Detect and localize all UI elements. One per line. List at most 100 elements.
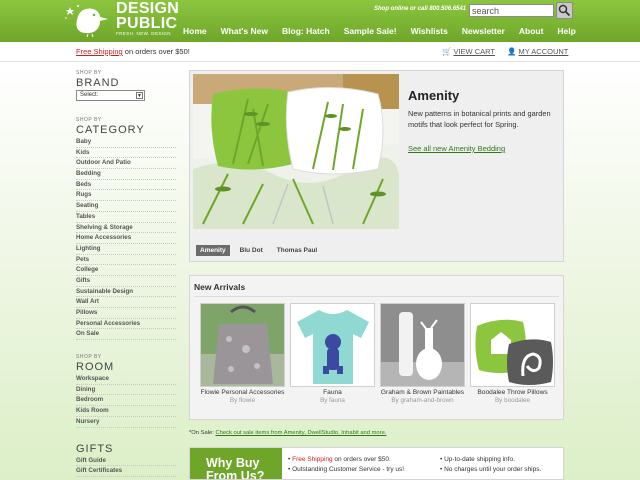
category-item[interactable]: On Sale: [76, 329, 176, 341]
on-sale-prefix: *On Sale:: [189, 430, 216, 436]
category-item[interactable]: Baby: [76, 137, 176, 148]
room-item[interactable]: Nursery: [76, 417, 176, 428]
product-card[interactable]: Flowie Personal Accessories By flowie: [200, 303, 285, 405]
shop-by-label: SHOP BY: [76, 354, 102, 361]
gifts-list: Gift Guide Gift Certificates: [76, 456, 176, 477]
tab-thomas-paul[interactable]: Thomas Paul: [273, 245, 321, 256]
account-links: 🛒 VIEW CART 👤 MY ACCOUNT: [442, 47, 578, 56]
category-item[interactable]: Gifts: [76, 276, 176, 287]
brand-select[interactable]: Select: ▼: [76, 90, 145, 101]
category-item[interactable]: Personal Accessories: [76, 319, 176, 330]
product-brand: By fauna: [320, 397, 345, 404]
product-image[interactable]: [470, 303, 555, 387]
product-card[interactable]: Boodalee Throw Pillows By boodalee: [470, 303, 555, 405]
brand-select-value: Select:: [80, 92, 99, 98]
logo-text: DESIGN PUBLIC: [116, 0, 180, 32]
promo-bar: Free Shipping on orders over $50! 🛒 VIEW…: [0, 42, 640, 62]
category-item[interactable]: Tables: [76, 212, 176, 223]
category-item[interactable]: Kids: [76, 148, 176, 159]
room-item[interactable]: Dining: [76, 385, 176, 396]
feature-title: Amenity: [408, 88, 460, 103]
pillows-photo: [471, 304, 554, 386]
product-image[interactable]: [200, 303, 285, 387]
category-item[interactable]: Shelving & Storage: [76, 223, 176, 234]
category-item[interactable]: Sustainable Design: [76, 287, 176, 298]
gifts-title: GIFTS: [76, 442, 114, 455]
nav-newsletter[interactable]: Newsletter: [462, 26, 505, 40]
feature-tabs: Amenity Blu Dot Thomas Paul: [196, 245, 327, 256]
shop-by-label: SHOP BY: [76, 117, 102, 123]
product-name[interactable]: Fauna: [290, 389, 375, 397]
product-brand: By flowie: [229, 397, 256, 404]
my-account-link[interactable]: MY ACCOUNT: [519, 47, 569, 56]
nav-sample-sale[interactable]: Sample Sale!: [344, 26, 397, 40]
main-nav: Home What's New Blog: Hatch Sample Sale!…: [183, 26, 590, 40]
category-item[interactable]: Lighting: [76, 244, 176, 255]
room-item[interactable]: Workspace: [76, 374, 176, 385]
category-item[interactable]: Wall Art: [76, 297, 176, 308]
category-item[interactable]: Bedding: [76, 169, 176, 180]
product-name[interactable]: Flowie Personal Accessories: [200, 389, 285, 397]
category-item[interactable]: College: [76, 265, 176, 276]
free-shipping-link[interactable]: Free Shipping: [76, 47, 123, 56]
tab-blu-dot[interactable]: Blu Dot: [236, 245, 267, 256]
search-icon: [558, 4, 571, 17]
free-shipping-notice: Free Shipping on orders over $50!: [76, 47, 190, 56]
site-header: DESIGN PUBLIC FRESH. NEW. DESIGN Shop on…: [0, 0, 640, 42]
category-title: CATEGORY: [76, 124, 145, 136]
why-free-shipping-rest: on orders over $50.: [332, 456, 391, 463]
product-card[interactable]: Graham & Brown Paintables By graham-and-…: [380, 303, 465, 405]
why-buy-column-1: • Free Shipping on orders over $50. • Ou…: [288, 455, 404, 475]
category-item[interactable]: Pillows: [76, 308, 176, 319]
product-name[interactable]: Boodalee Throw Pillows: [470, 389, 555, 397]
nav-about[interactable]: About: [519, 26, 544, 40]
nav-blog-hatch[interactable]: Blog: Hatch: [282, 26, 330, 40]
gift-item[interactable]: Gift Certificates: [76, 466, 176, 477]
logo-line-2: PUBLIC: [116, 15, 178, 32]
bird-logo-icon: [65, 5, 108, 37]
free-shipping-text: on orders over $50!: [122, 47, 190, 56]
product-image[interactable]: [290, 303, 375, 387]
gift-item[interactable]: Gift Guide: [76, 456, 176, 467]
why-buy-line-2: From Us?: [206, 469, 265, 480]
feature-image[interactable]: [193, 74, 399, 229]
nav-wishlists[interactable]: Wishlists: [411, 26, 448, 40]
category-item[interactable]: Seating: [76, 201, 176, 212]
product-image[interactable]: [380, 303, 465, 387]
product-card[interactable]: Fauna By fauna: [290, 303, 375, 405]
divider: [194, 296, 559, 297]
tab-amenity[interactable]: Amenity: [196, 245, 230, 256]
nav-home[interactable]: Home: [183, 26, 207, 40]
search-input[interactable]: [469, 4, 554, 17]
why-buy-point: • Free Shipping on orders over $50.: [288, 456, 391, 463]
cart-icon: 🛒: [442, 47, 452, 56]
why-buy-column-2: • Up-to-date shipping info. • No charges…: [440, 455, 541, 475]
room-item[interactable]: Kids Room: [76, 406, 176, 417]
why-buy-point: • Outstanding Customer Service - try us!: [288, 466, 405, 473]
category-item[interactable]: Beds: [76, 180, 176, 191]
brand-title: BRAND: [76, 77, 120, 89]
chevron-down-icon: ▼: [136, 92, 143, 99]
t-shirt-photo: [291, 304, 374, 386]
bedding-photo: [193, 74, 399, 229]
on-sale-link[interactable]: Check out sale items from Amenity, Dwell…: [215, 430, 386, 436]
product-name[interactable]: Graham & Brown Paintables: [380, 389, 465, 397]
category-item[interactable]: Pets: [76, 255, 176, 266]
category-item[interactable]: Rugs: [76, 190, 176, 202]
search-button[interactable]: [556, 2, 573, 19]
feature-description: New patterns in botanical prints and gar…: [408, 109, 551, 129]
tote-bag-photo: [201, 304, 284, 386]
nav-whats-new[interactable]: What's New: [221, 26, 268, 40]
feature-panel: Amenity New patterns in botanical prints…: [189, 70, 564, 262]
nav-help[interactable]: Help: [557, 26, 575, 40]
logo-line-1: DESIGN: [116, 0, 180, 17]
logo[interactable]: DESIGN PUBLIC FRESH. NEW. DESIGN: [64, 0, 180, 39]
category-item[interactable]: Home Accessories: [76, 233, 176, 244]
why-buy-badge: Why Buy From Us?: [190, 448, 282, 480]
room-item[interactable]: Bedroom: [76, 395, 176, 407]
view-cart-link[interactable]: VIEW CART: [453, 47, 495, 56]
category-item[interactable]: Outdoor And Patio: [76, 158, 176, 170]
feature-link[interactable]: See all new Amenity Bedding: [408, 144, 505, 153]
